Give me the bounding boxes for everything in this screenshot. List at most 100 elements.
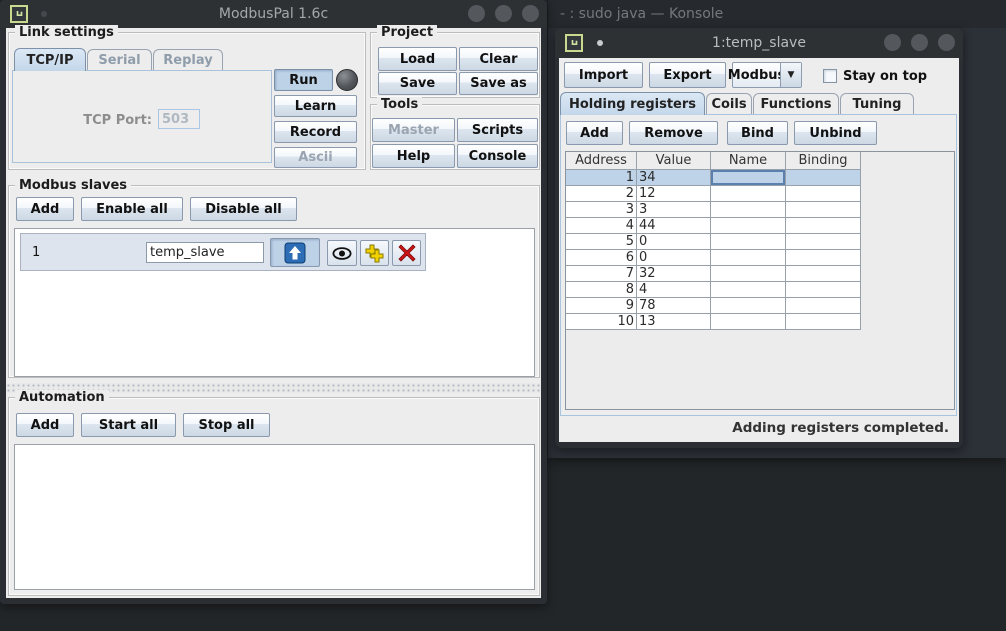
slave-row[interactable]: 1 bbox=[20, 233, 426, 271]
register-row[interactable]: 212 bbox=[566, 186, 954, 202]
register-cell[interactable]: 10 bbox=[566, 314, 637, 330]
column-header-binding[interactable]: Binding bbox=[786, 152, 861, 170]
enable-all-button[interactable]: Enable all bbox=[81, 197, 183, 221]
register-row[interactable]: 732 bbox=[566, 266, 954, 282]
modbuspal-titlebar[interactable]: ModbusPal 1.6c bbox=[0, 0, 547, 28]
tab-tuning[interactable]: Tuning bbox=[840, 93, 914, 115]
register-cell[interactable]: 7 bbox=[566, 266, 637, 282]
stop-all-button[interactable]: Stop all bbox=[183, 413, 270, 437]
register-cell[interactable]: 12 bbox=[637, 186, 711, 202]
register-row[interactable]: 60 bbox=[566, 250, 954, 266]
export-button[interactable]: Export bbox=[649, 62, 726, 88]
register-cell[interactable]: 3 bbox=[637, 202, 711, 218]
register-cell[interactable] bbox=[786, 266, 861, 282]
register-cell[interactable] bbox=[786, 202, 861, 218]
save-button[interactable]: Save bbox=[378, 72, 457, 95]
register-cell[interactable] bbox=[786, 170, 861, 186]
register-row[interactable]: 50 bbox=[566, 234, 954, 250]
minimize-button[interactable] bbox=[468, 5, 485, 22]
tab-coils[interactable]: Coils bbox=[706, 93, 752, 115]
slave-add-button[interactable]: Add bbox=[16, 197, 74, 221]
register-row[interactable]: 134 bbox=[566, 170, 954, 186]
scripts-button[interactable]: Scripts bbox=[457, 118, 538, 142]
tab-tcpip[interactable]: TCP/IP bbox=[14, 48, 86, 71]
register-cell[interactable]: 1 bbox=[566, 170, 637, 186]
close-button[interactable] bbox=[522, 5, 539, 22]
register-row[interactable]: 84 bbox=[566, 282, 954, 298]
console-button[interactable]: Console bbox=[457, 144, 538, 168]
register-cell[interactable] bbox=[786, 186, 861, 202]
register-remove-button[interactable]: Remove bbox=[629, 121, 718, 145]
slave-name-input[interactable] bbox=[146, 242, 264, 263]
record-button[interactable]: Record bbox=[274, 121, 357, 143]
column-header-value[interactable]: Value bbox=[637, 152, 711, 170]
register-cell[interactable] bbox=[711, 266, 786, 282]
unbind-button[interactable]: Unbind bbox=[794, 121, 877, 145]
register-cell[interactable]: 9 bbox=[566, 298, 637, 314]
add-automation-button[interactable] bbox=[360, 240, 389, 266]
register-add-button[interactable]: Add bbox=[566, 121, 623, 145]
minimize-button[interactable] bbox=[884, 34, 901, 51]
slave-enabled-toggle[interactable] bbox=[270, 238, 320, 267]
import-button[interactable]: Import bbox=[564, 62, 643, 88]
watch-slave-button[interactable] bbox=[327, 240, 357, 266]
maximize-button[interactable] bbox=[911, 34, 928, 51]
run-button[interactable]: Run bbox=[274, 69, 333, 91]
register-cell[interactable]: 4 bbox=[566, 218, 637, 234]
register-row[interactable]: 33 bbox=[566, 202, 954, 218]
register-cell[interactable] bbox=[711, 298, 786, 314]
register-cell[interactable] bbox=[711, 250, 786, 266]
register-cell[interactable]: 0 bbox=[637, 250, 711, 266]
tab-holding-registers[interactable]: Holding registers bbox=[560, 92, 705, 115]
register-cell[interactable]: 6 bbox=[566, 250, 637, 266]
register-cell[interactable]: 0 bbox=[637, 234, 711, 250]
mode-combobox[interactable]: Modbus ▼ bbox=[732, 62, 802, 88]
register-cell[interactable] bbox=[786, 298, 861, 314]
register-cell[interactable] bbox=[711, 282, 786, 298]
clear-button[interactable]: Clear bbox=[459, 47, 538, 71]
bind-button[interactable]: Bind bbox=[727, 121, 788, 145]
register-cell[interactable]: 3 bbox=[566, 202, 637, 218]
register-cell[interactable] bbox=[786, 218, 861, 234]
load-button[interactable]: Load bbox=[378, 47, 457, 71]
tab-functions[interactable]: Functions bbox=[753, 93, 839, 115]
register-cell[interactable]: 13 bbox=[637, 314, 711, 330]
stay-on-top-checkbox[interactable] bbox=[823, 69, 837, 83]
register-cell[interactable] bbox=[786, 282, 861, 298]
register-row[interactable]: 444 bbox=[566, 218, 954, 234]
register-row[interactable]: 1013 bbox=[566, 314, 954, 330]
register-cell[interactable] bbox=[711, 170, 786, 186]
maximize-button[interactable] bbox=[495, 5, 512, 22]
register-cell[interactable]: 5 bbox=[566, 234, 637, 250]
tcp-port-input[interactable] bbox=[158, 109, 200, 129]
slave-titlebar[interactable]: 1:temp_slave bbox=[555, 28, 963, 58]
register-cell[interactable]: 44 bbox=[637, 218, 711, 234]
register-cell[interactable] bbox=[711, 234, 786, 250]
register-cell[interactable] bbox=[711, 202, 786, 218]
delete-slave-button[interactable] bbox=[392, 240, 421, 266]
register-cell[interactable] bbox=[711, 218, 786, 234]
register-cell[interactable]: 2 bbox=[566, 186, 637, 202]
register-cell[interactable] bbox=[711, 186, 786, 202]
link-settings-title: Link settings bbox=[15, 25, 118, 40]
register-cell[interactable]: 32 bbox=[637, 266, 711, 282]
chevron-down-icon[interactable]: ▼ bbox=[780, 63, 801, 87]
save-as-button[interactable]: Save as bbox=[459, 72, 538, 95]
register-cell[interactable]: 78 bbox=[637, 298, 711, 314]
column-header-name[interactable]: Name bbox=[711, 152, 786, 170]
column-header-address[interactable]: Address bbox=[566, 152, 637, 170]
register-cell[interactable] bbox=[786, 234, 861, 250]
automation-add-button[interactable]: Add bbox=[16, 413, 74, 437]
register-cell[interactable]: 34 bbox=[637, 170, 711, 186]
register-cell[interactable] bbox=[711, 314, 786, 330]
start-all-button[interactable]: Start all bbox=[81, 413, 176, 437]
register-cell[interactable] bbox=[786, 250, 861, 266]
register-row[interactable]: 978 bbox=[566, 298, 954, 314]
help-button[interactable]: Help bbox=[372, 144, 455, 168]
register-cell[interactable]: 4 bbox=[637, 282, 711, 298]
register-cell[interactable] bbox=[786, 314, 861, 330]
register-cell[interactable]: 8 bbox=[566, 282, 637, 298]
disable-all-button[interactable]: Disable all bbox=[190, 197, 297, 221]
close-button[interactable] bbox=[938, 34, 955, 51]
learn-button[interactable]: Learn bbox=[274, 95, 357, 117]
